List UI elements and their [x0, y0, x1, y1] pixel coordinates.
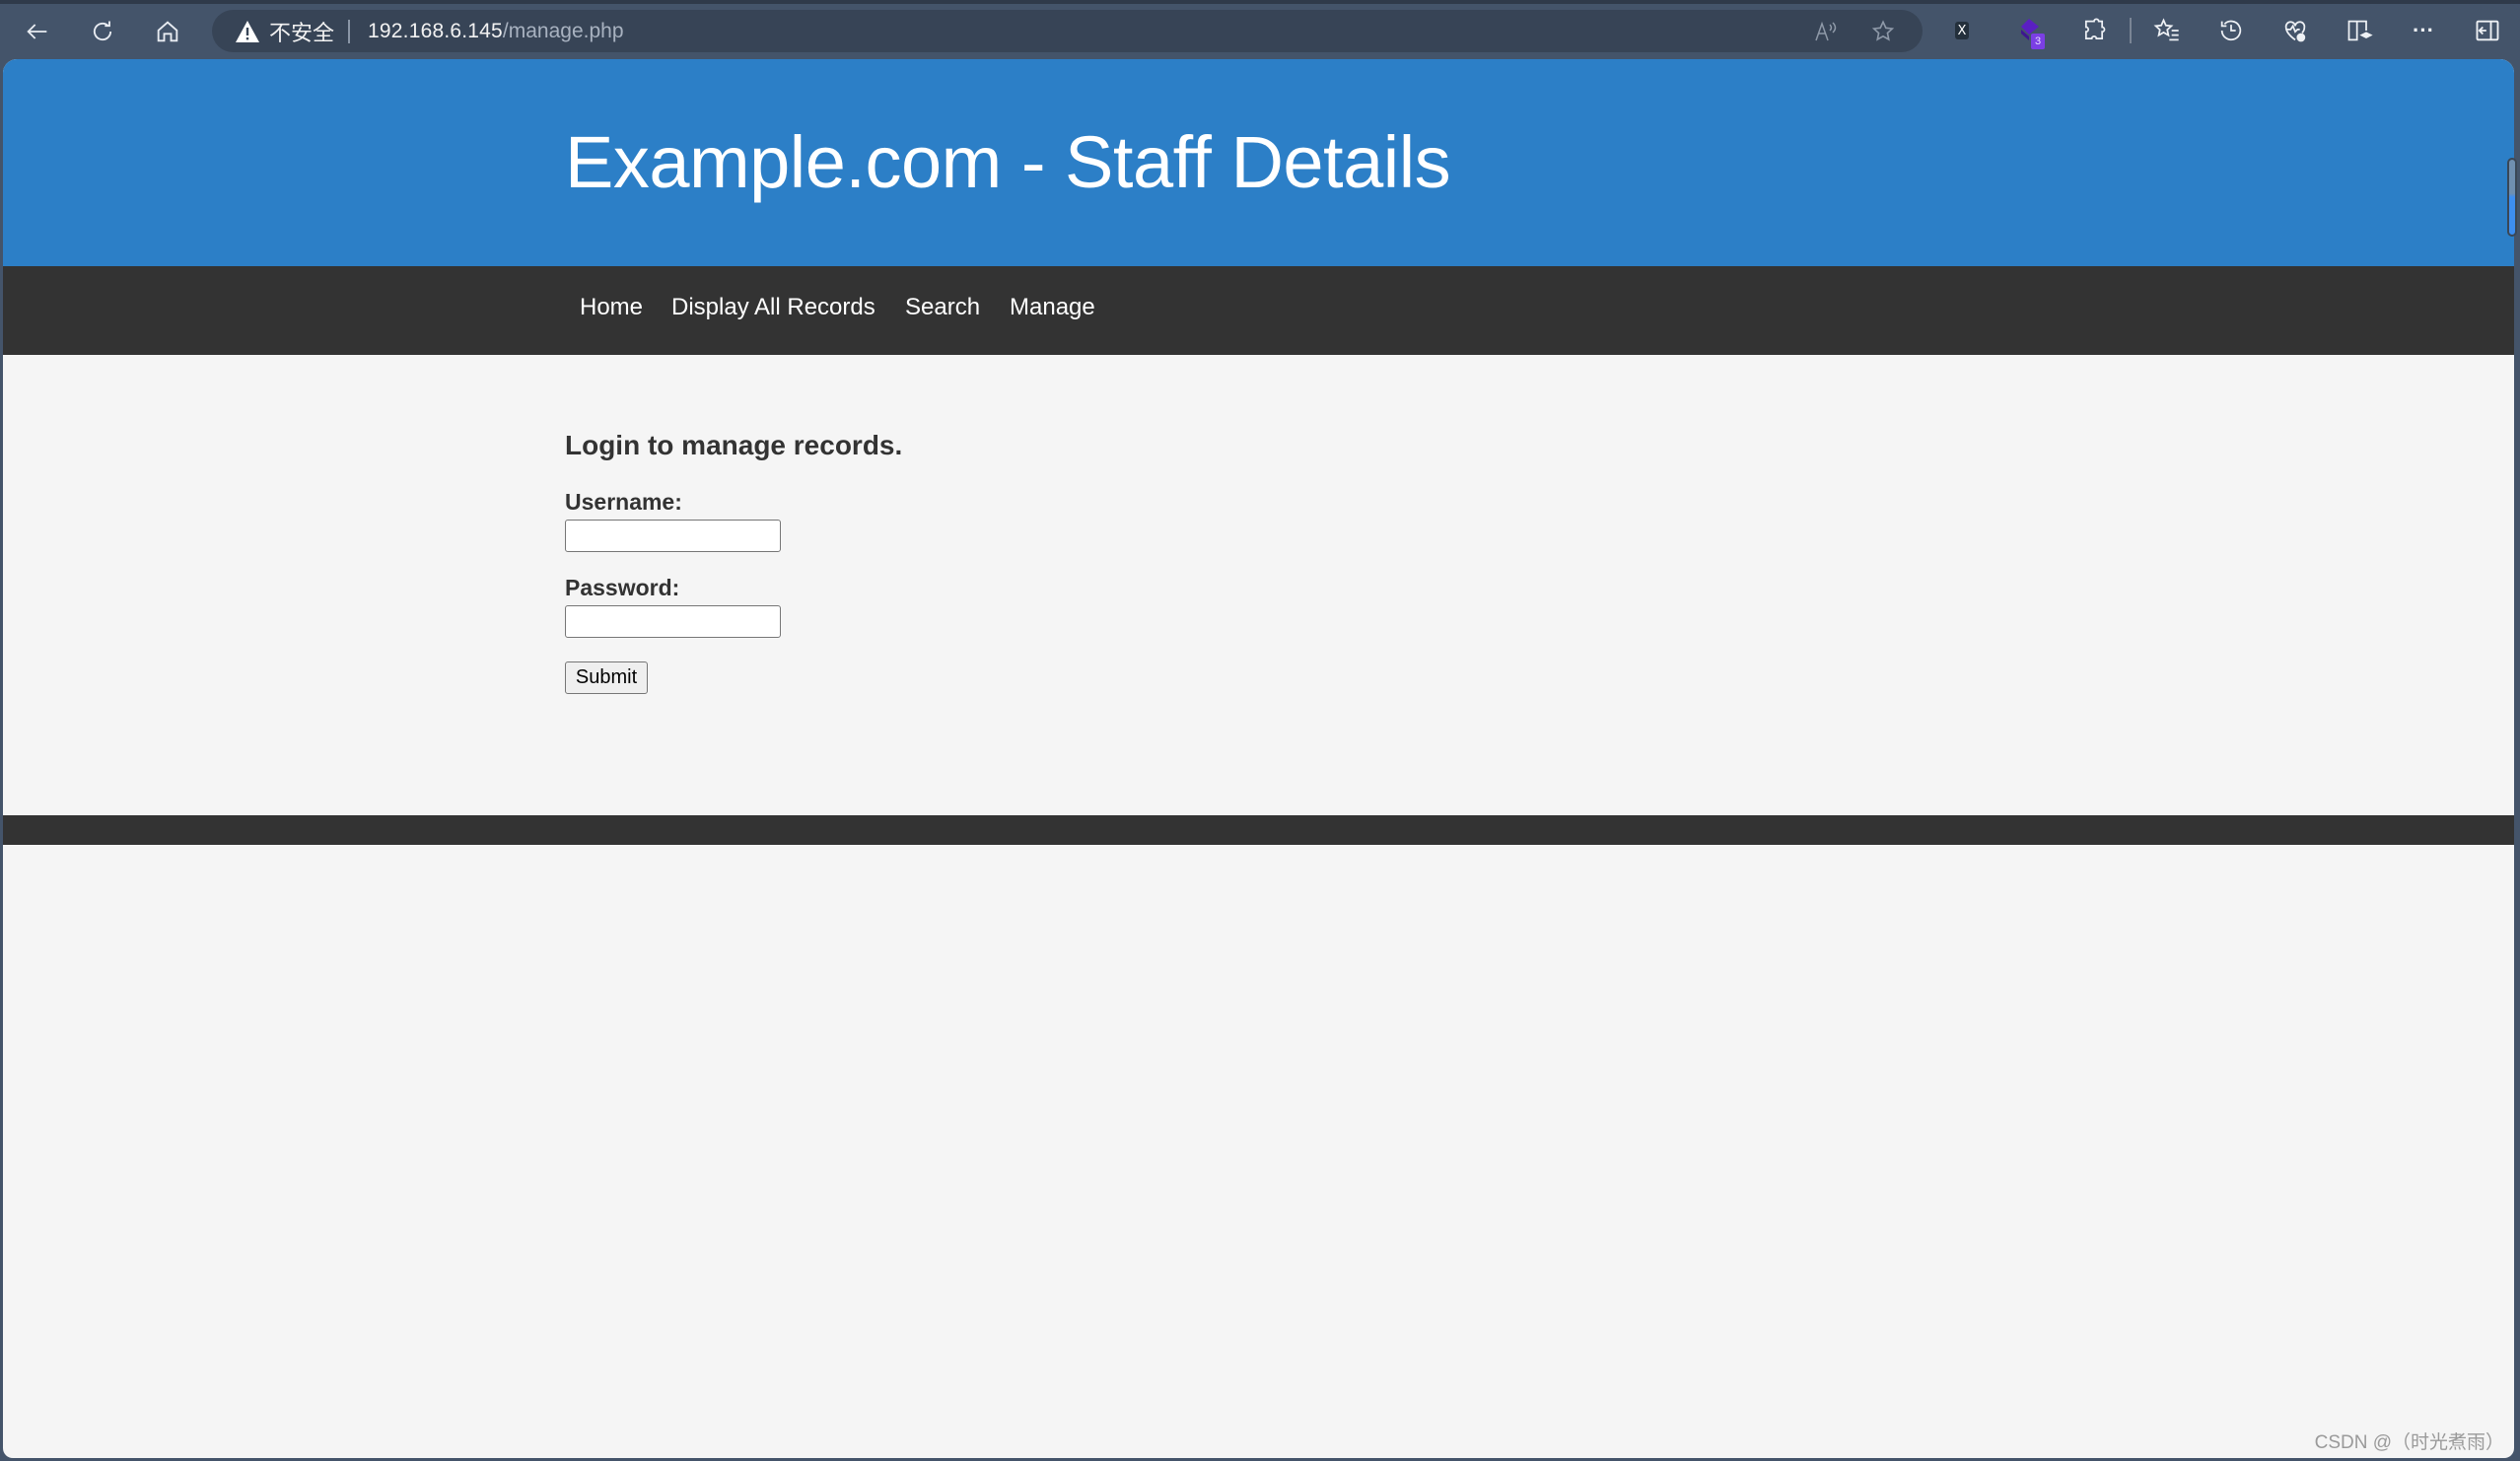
home-button[interactable] — [148, 12, 187, 51]
favorites-list-icon — [2153, 18, 2179, 41]
favorite-star-icon[interactable] — [1868, 18, 1898, 45]
read-aloud-icon[interactable] — [1811, 18, 1841, 45]
refresh-button[interactable] — [83, 12, 122, 51]
address-bar[interactable]: 不安全 192.168.6.145/manage.php — [212, 10, 1923, 52]
submit-button[interactable]: Submit — [565, 661, 648, 694]
history-button[interactable] — [2213, 14, 2249, 47]
browser-toolbar: 不安全 192.168.6.145/manage.php X 3 ··· — [0, 0, 2520, 59]
url-path[interactable]: /manage.php — [503, 20, 624, 43]
home-icon — [157, 21, 178, 42]
nav-search[interactable]: Search — [905, 294, 980, 321]
extension-badge: 3 — [2031, 34, 2045, 49]
password-label: Password: — [565, 575, 680, 600]
extensions-puzzle-icon — [2084, 18, 2106, 40]
site-title: Example.com - Staff Details — [565, 121, 1451, 203]
security-status-label[interactable]: 不安全 — [269, 16, 334, 47]
url-host[interactable]: 192.168.6.145 — [368, 20, 503, 43]
nav-home[interactable]: Home — [580, 294, 643, 321]
site-header: Example.com - Staff Details — [3, 59, 2514, 266]
sidebar-toggle-button[interactable] — [2470, 14, 2505, 47]
sidebar-toggle-icon — [2476, 20, 2499, 41]
browser-health-icon — [2284, 21, 2306, 42]
page-scrollbar[interactable] — [2507, 158, 2517, 237]
site-nav: Home Display All Records Search Manage — [3, 266, 2514, 355]
watermark: CSDN @（时光煮雨） — [2314, 1432, 2504, 1453]
login-heading: Login to manage records. — [565, 430, 903, 460]
toolbar-divider — [2130, 18, 2132, 43]
extension-x-button[interactable]: X — [1944, 14, 1980, 47]
extension-cube-button[interactable]: 3 — [2013, 14, 2049, 49]
site-footer — [3, 815, 2514, 845]
nav-display-all-records[interactable]: Display All Records — [671, 294, 875, 321]
back-arrow-icon — [27, 24, 47, 39]
username-label: Username: — [565, 489, 682, 515]
extension-x-icon: X — [1955, 22, 1969, 39]
history-icon — [2220, 20, 2242, 41]
username-input[interactable] — [565, 520, 781, 552]
more-menu-button[interactable]: ··· — [2406, 14, 2441, 47]
refresh-icon — [93, 21, 112, 41]
browser-health-button[interactable] — [2277, 14, 2313, 47]
warning-triangle-icon[interactable] — [234, 19, 261, 44]
page-viewport: Example.com - Staff Details Home Display… — [3, 59, 2514, 1458]
extensions-button[interactable] — [2076, 14, 2112, 47]
reading-view-button[interactable] — [2342, 14, 2377, 47]
password-input[interactable] — [565, 605, 781, 638]
favorites-button[interactable] — [2149, 14, 2185, 47]
tab-strip-edge — [0, 0, 2520, 4]
reading-view-icon — [2347, 20, 2373, 41]
nav-manage[interactable]: Manage — [1010, 294, 1095, 321]
address-divider — [348, 19, 351, 43]
back-button[interactable] — [18, 12, 57, 51]
more-menu-icon: ··· — [2413, 18, 2434, 42]
